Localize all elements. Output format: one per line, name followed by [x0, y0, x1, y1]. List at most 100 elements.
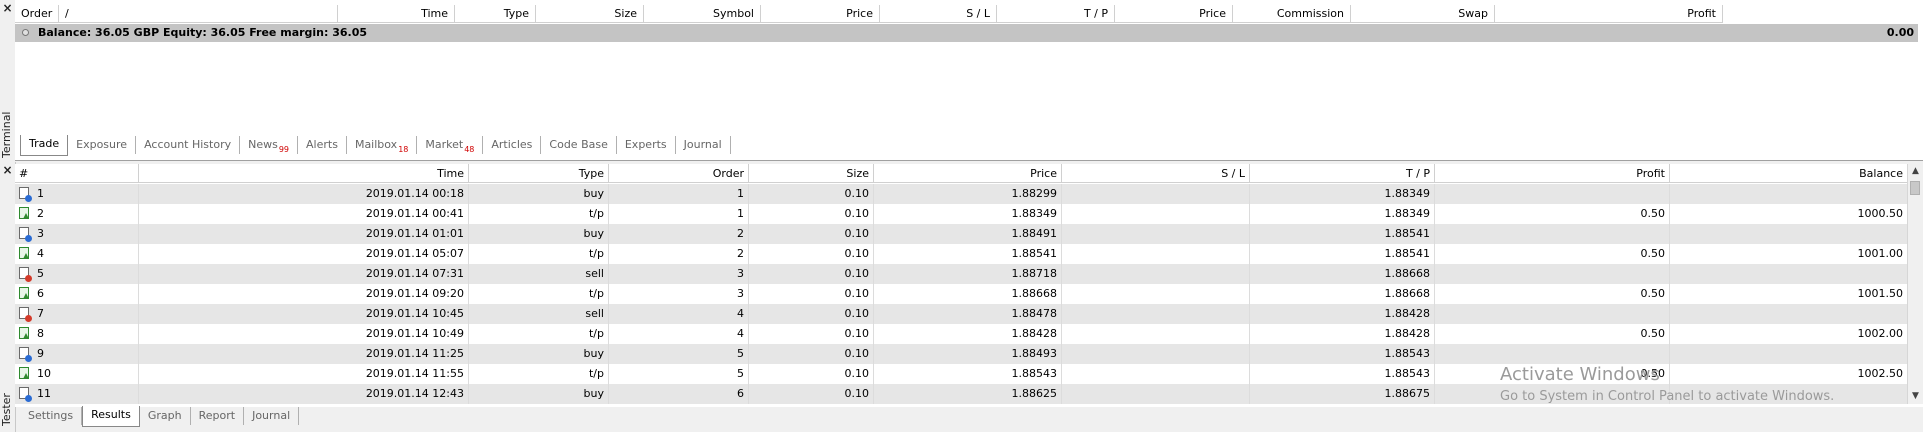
- trade-col-header[interactable]: S / L: [880, 5, 997, 23]
- table-row[interactable]: 8 2019.01.14 10:49 t/p 4 0.10 1.88428 1.88428 0…: [15, 324, 1908, 344]
- deal-mark-shape: [25, 235, 32, 242]
- results-col-header[interactable]: Profit: [1435, 164, 1670, 183]
- table-row[interactable]: 10 2019.01.14 11:55 t/p 5 0.10 1.88543 1.88543…: [15, 364, 1908, 384]
- results-vertical-scrollbar[interactable]: ▲ ▼: [1907, 164, 1923, 404]
- results-col-header[interactable]: Type: [469, 164, 609, 183]
- tester-side-label: Tester: [0, 393, 13, 427]
- cell-type: buy: [469, 384, 609, 404]
- deal-mark-shape: [25, 395, 32, 402]
- cell-time: 2019.01.14 10:45: [139, 304, 469, 324]
- scroll-up-icon[interactable]: ▲: [1908, 164, 1923, 179]
- cell-profit: [1435, 344, 1670, 364]
- trade-col-header[interactable]: Time: [338, 5, 455, 23]
- cell-time: 2019.01.14 10:49: [139, 324, 469, 344]
- tab-trade[interactable]: Trade: [20, 135, 69, 156]
- tab-articles[interactable]: Articles: [483, 136, 542, 154]
- results-col-header[interactable]: Time: [139, 164, 469, 183]
- table-row[interactable]: 3 2019.01.14 01:01 buy 2 0.10 1.88491 1.88541: [15, 224, 1908, 244]
- cell-profit: [1435, 384, 1670, 404]
- terminal-close-icon[interactable]: ×: [2, 2, 13, 14]
- table-row[interactable]: 4 2019.01.14 05:07 t/p 2 0.10 1.88541 1.88541 0…: [15, 244, 1908, 264]
- tab-results[interactable]: Results: [82, 406, 140, 427]
- trade-col-header[interactable]: Price: [761, 5, 880, 23]
- deal-sell-icon: [19, 267, 32, 282]
- tab-journal[interactable]: Journal: [244, 407, 300, 425]
- cell-order: 6: [609, 384, 749, 404]
- trade-col-header[interactable]: Swap: [1351, 5, 1495, 23]
- results-col-header[interactable]: S / L: [1062, 164, 1250, 183]
- cell-sl: [1062, 304, 1250, 324]
- deal-tp-icon: [19, 367, 31, 381]
- cell-price: 1.88299: [874, 184, 1062, 204]
- tab-mailbox[interactable]: Mailbox18: [347, 136, 418, 154]
- tab-market[interactable]: Market48: [417, 136, 484, 154]
- table-row[interactable]: 6 2019.01.14 09:20 t/p 3 0.10 1.88668 1.88668 0…: [15, 284, 1908, 304]
- cell-type: t/p: [469, 204, 609, 224]
- trade-col-header[interactable]: Symbol: [644, 5, 761, 23]
- scroll-down-icon[interactable]: ▼: [1908, 389, 1923, 404]
- deal-tp-icon: [19, 247, 31, 261]
- results-col-header[interactable]: Order: [609, 164, 749, 183]
- tab-code-base[interactable]: Code Base: [541, 136, 617, 154]
- cell-size: 0.10: [749, 304, 874, 324]
- cell-profit: [1435, 184, 1670, 204]
- cell-num: 7: [15, 304, 139, 324]
- results-table-header: # Time Type Order Size Price S / LT / P Profit B…: [15, 164, 1908, 183]
- balance-profit: 0.00: [1886, 26, 1914, 39]
- table-row[interactable]: 2 2019.01.14 00:41 t/p 1 0.10 1.88349 1.88349 0…: [15, 204, 1908, 224]
- tab-label: Experts: [624, 138, 667, 151]
- trade-col-header[interactable]: Size: [536, 5, 644, 23]
- table-row[interactable]: 7 2019.01.14 10:45 sell 4 0.10 1.88478 1.88428: [15, 304, 1908, 324]
- table-row[interactable]: 5 2019.01.14 07:31 sell 3 0.10 1.88718 1.88668: [15, 264, 1908, 284]
- results-col-header[interactable]: T / P: [1250, 164, 1435, 183]
- tab-exposure[interactable]: Exposure: [68, 136, 137, 154]
- cell-price: 1.88543: [874, 364, 1062, 384]
- tab-alerts[interactable]: Alerts: [298, 136, 347, 154]
- cell-size: 0.10: [749, 184, 874, 204]
- cell-type: buy: [469, 224, 609, 244]
- tab-graph[interactable]: Graph: [140, 407, 191, 425]
- cell-price: 1.88718: [874, 264, 1062, 284]
- tester-close-icon[interactable]: ×: [2, 164, 13, 176]
- cell-balance: [1670, 184, 1908, 204]
- trade-col-header[interactable]: Type: [455, 5, 536, 23]
- trade-col-header[interactable]: T / P: [997, 5, 1115, 23]
- cell-tp: 1.88428: [1250, 324, 1435, 344]
- results-col-header[interactable]: Balance: [1670, 164, 1908, 183]
- trade-col-header[interactable]: Order: [15, 5, 59, 23]
- terminal-tab-bar: Trade Exposure Account History News99 Alerts…: [20, 135, 731, 156]
- tab-settings[interactable]: Settings: [20, 407, 83, 425]
- cell-sl: [1062, 384, 1250, 404]
- tab-experts[interactable]: Experts: [617, 136, 676, 154]
- table-row[interactable]: 1 2019.01.14 00:18 buy 1 0.10 1.88299 1.88349: [15, 184, 1908, 204]
- trade-col-header[interactable]: Profit: [1495, 5, 1723, 23]
- scroll-thumb[interactable]: [1910, 181, 1920, 195]
- tab-label: Market: [425, 138, 464, 151]
- deal-mark-shape: [25, 315, 32, 322]
- deal-sell-icon: [19, 307, 32, 322]
- cell-price: 1.88428: [874, 324, 1062, 344]
- cell-time: 2019.01.14 05:07: [139, 244, 469, 264]
- deal-buy-icon: [19, 187, 32, 202]
- trade-col-header[interactable]: Price: [1115, 5, 1233, 23]
- cell-price: 1.88349: [874, 204, 1062, 224]
- tab-account-history[interactable]: Account History: [136, 136, 241, 154]
- table-row[interactable]: 11 2019.01.14 12:43 buy 6 0.10 1.88625 1.88675: [15, 384, 1908, 404]
- table-row[interactable]: 9 2019.01.14 11:25 buy 5 0.10 1.88493 1.88543: [15, 344, 1908, 364]
- cell-type: buy: [469, 344, 609, 364]
- cell-size: 0.10: [749, 224, 874, 244]
- results-col-header[interactable]: Size: [749, 164, 874, 183]
- deal-number: 10: [37, 367, 51, 380]
- trade-col-header[interactable]: /: [59, 5, 338, 23]
- deal-mark-shape: [23, 293, 29, 299]
- balance-row[interactable]: Balance: 36.05 GBP Equity: 36.05 Free ma…: [15, 24, 1918, 42]
- tab-journal[interactable]: Journal: [676, 136, 731, 154]
- tab-report[interactable]: Report: [191, 407, 245, 425]
- results-col-header[interactable]: Price: [874, 164, 1062, 183]
- tab-news[interactable]: News99: [240, 136, 299, 154]
- results-col-header[interactable]: #: [15, 164, 139, 183]
- deal-mark-shape: [25, 195, 32, 202]
- cell-tp: 1.88349: [1250, 184, 1435, 204]
- tab-label: Account History: [144, 138, 232, 151]
- trade-col-header[interactable]: Commission: [1233, 5, 1351, 23]
